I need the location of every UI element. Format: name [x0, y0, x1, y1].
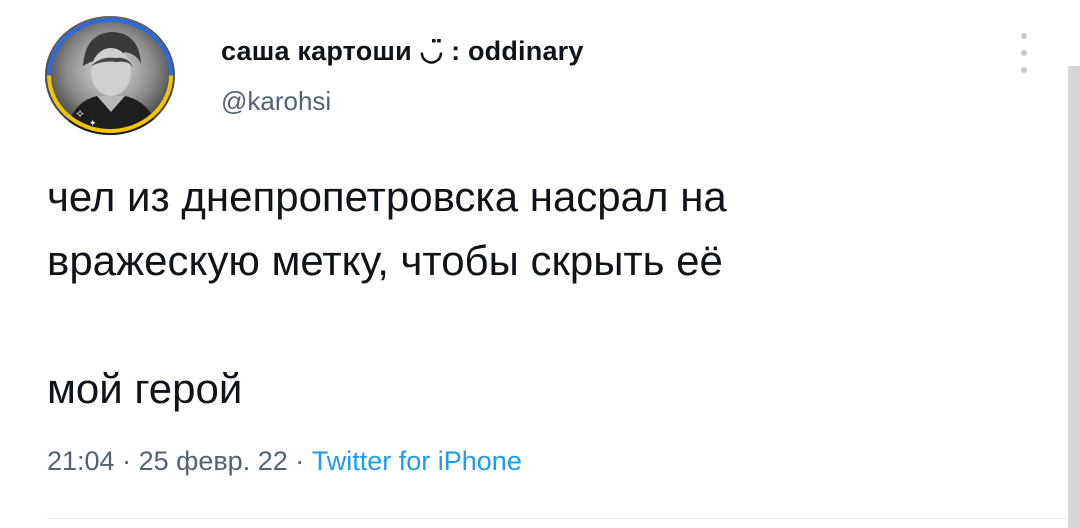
tweet-line: чел из днепропетровска насрал на — [47, 173, 727, 220]
meta-separator: · — [287, 446, 312, 476]
meta-separator: · — [114, 446, 139, 476]
tweet-line: мой герой — [47, 365, 243, 412]
tweet-line: вражескую метку, чтобы скрыть её — [47, 237, 723, 284]
tweet-time[interactable]: 21:04 — [47, 446, 115, 476]
user-handle[interactable]: @karohsi — [221, 86, 331, 117]
more-vertical-icon[interactable] — [1014, 33, 1034, 73]
divider — [47, 518, 1067, 519]
scrollbar[interactable] — [1068, 66, 1080, 528]
svg-text:✧: ✧ — [75, 107, 85, 121]
avatar-image: ✧ ✦ — [45, 16, 175, 135]
more-dot — [1021, 50, 1027, 56]
tweet-source-link[interactable]: Twitter for iPhone — [312, 446, 522, 476]
tweet-date[interactable]: 25 февр. 22 — [139, 446, 288, 476]
tweet-view: ✧ ✦ саша картоши ◡̈ : oddinary @karohsi … — [0, 0, 1080, 528]
more-dot — [1021, 67, 1027, 73]
more-dot — [1021, 33, 1027, 39]
avatar[interactable]: ✧ ✦ — [45, 16, 175, 135]
tweet-meta: 21:04 · 25 февр. 22 · Twitter for iPhone — [47, 446, 522, 477]
display-name[interactable]: саша картоши ◡̈ : oddinary — [221, 36, 584, 67]
tweet-text: чел из днепропетровска насрал на вражеск… — [47, 165, 1007, 421]
